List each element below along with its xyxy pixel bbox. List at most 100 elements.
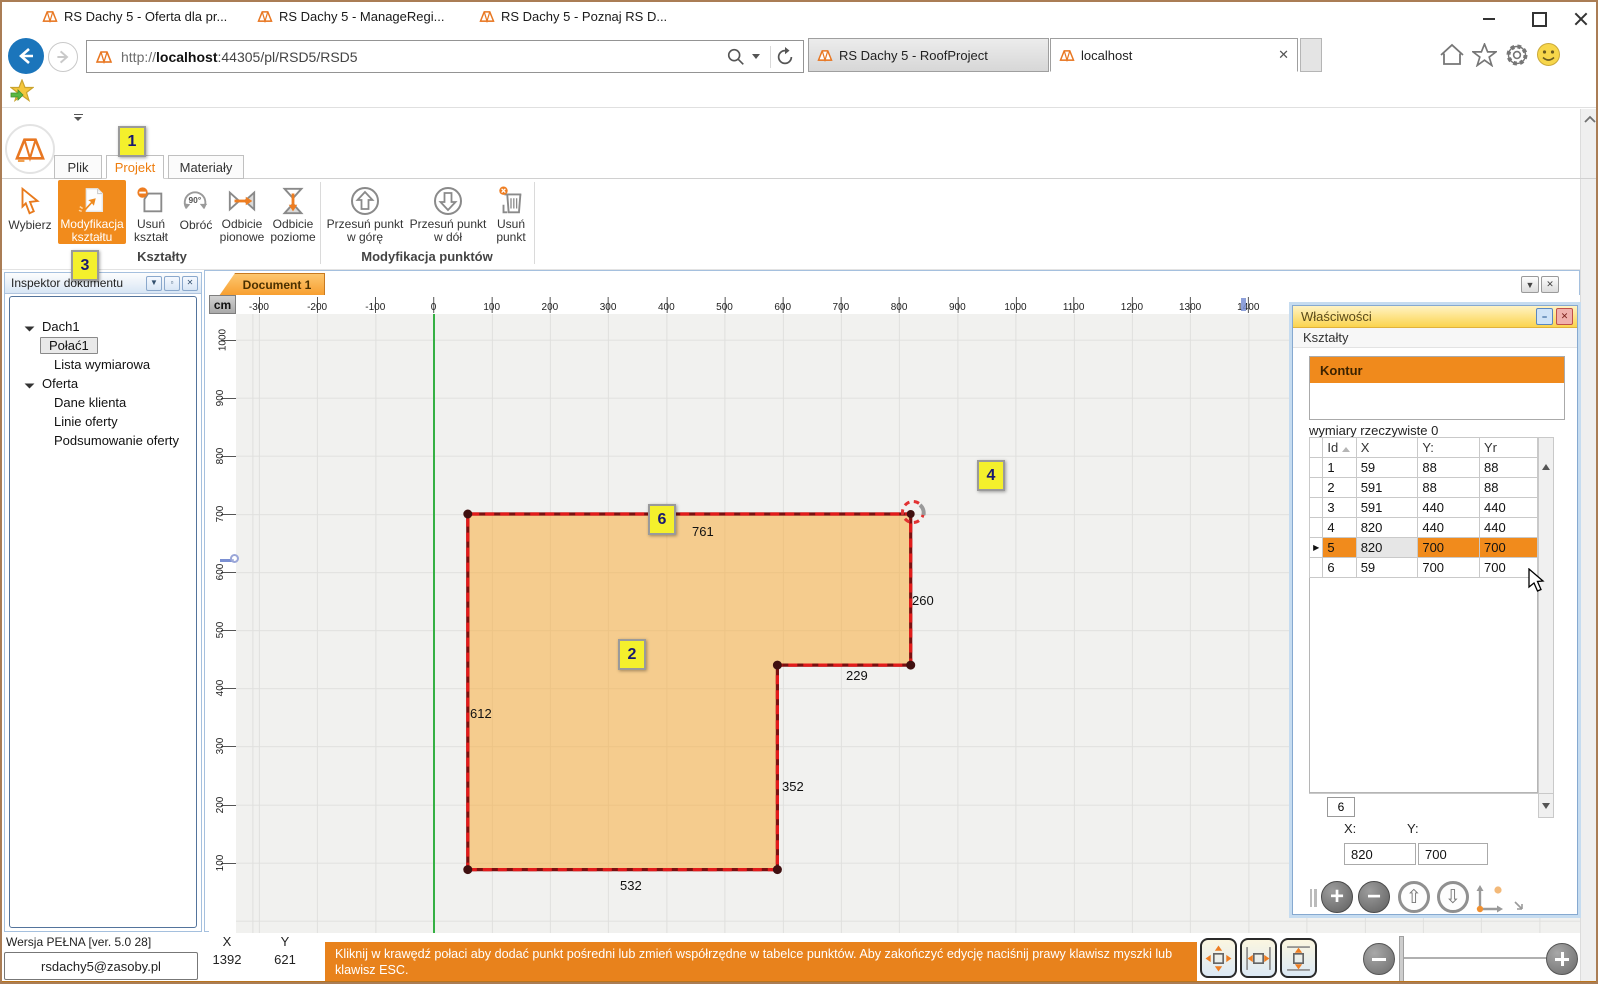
inspector-header[interactable]: Inspektor dokumentu ▼ ▫ ✕ xyxy=(5,273,201,294)
tree-node-polac1-selected[interactable]: Połać1 xyxy=(10,336,196,354)
properties-minimize-button[interactable]: − xyxy=(1536,308,1553,325)
table-row-point-4[interactable]: 4820440440 xyxy=(1310,518,1538,538)
cell[interactable]: 440 xyxy=(1479,498,1537,518)
x-coord-input[interactable]: 820 xyxy=(1344,843,1416,865)
cell[interactable]: 59 xyxy=(1356,458,1418,478)
page-scrollbar[interactable] xyxy=(1580,109,1598,981)
cell[interactable]: 820 xyxy=(1356,518,1418,538)
tree-node-podsumowanie-oferty[interactable]: Podsumowanie oferty xyxy=(10,431,196,449)
fit-width-button[interactable] xyxy=(1240,938,1277,978)
tree-node-lista-wymiarowa[interactable]: Lista wymiarowa xyxy=(10,355,196,373)
cell[interactable]: 700 xyxy=(1418,558,1480,578)
vertex-point-1[interactable] xyxy=(463,865,472,874)
modify-shape-button[interactable]: Modyfikacja kształtu xyxy=(58,180,126,244)
document-tabs-dropdown-button[interactable]: ▼ xyxy=(1521,276,1539,293)
move-point-up-button[interactable]: Przesuń punkt w górę xyxy=(324,180,406,244)
zoom-out-button[interactable] xyxy=(1363,943,1395,975)
point-up-button[interactable]: ⇧ xyxy=(1398,881,1430,913)
cell[interactable]: 88 xyxy=(1479,478,1537,498)
col-header-yr[interactable]: Yr xyxy=(1479,438,1537,458)
url-text[interactable]: http://localhost:44305/pl/RSD5/RSD5 xyxy=(121,49,358,65)
browser-tab-roofproject[interactable]: RS Dachy 5 - RoofProject xyxy=(808,38,1049,72)
properties-menu-ksztalty[interactable]: Kształty xyxy=(1293,328,1577,348)
cell[interactable]: 4 xyxy=(1323,518,1356,538)
quick-access-toolbar-toggle[interactable] xyxy=(72,114,84,124)
cell[interactable]: 88 xyxy=(1479,458,1537,478)
inspector-close-button[interactable]: ✕ xyxy=(182,276,198,291)
fit-all-button[interactable] xyxy=(1200,938,1237,978)
tree-expand-icon[interactable] xyxy=(25,378,35,388)
selection-item-kontur[interactable]: Kontur xyxy=(1310,357,1564,383)
search-dropdown-icon[interactable] xyxy=(752,54,760,59)
cell[interactable]: 440 xyxy=(1418,518,1480,538)
col-header-id[interactable]: Id xyxy=(1323,438,1356,458)
refresh-icon[interactable] xyxy=(775,47,795,67)
forward-button[interactable] xyxy=(48,42,78,72)
tab-close-icon[interactable]: ✕ xyxy=(1264,47,1289,63)
ribbon-tab-plik[interactable]: Plik xyxy=(54,155,102,179)
properties-header[interactable]: Właściwości − ✕ xyxy=(1293,306,1577,328)
cell[interactable]: 440 xyxy=(1418,498,1480,518)
address-bar[interactable]: http://localhost:44305/pl/RSD5/RSD5 xyxy=(86,40,804,73)
window-minimize-button[interactable] xyxy=(1466,4,1512,34)
properties-close-button[interactable]: ✕ xyxy=(1556,308,1573,325)
col-header-x[interactable]: X xyxy=(1356,438,1418,458)
favorite-item-1[interactable]: RS Dachy 5 - Oferta dla pr... xyxy=(42,9,227,24)
cell[interactable]: 1 xyxy=(1323,458,1356,478)
document-tab[interactable]: Document 1 xyxy=(219,273,325,296)
y-coord-input[interactable]: 700 xyxy=(1418,843,1488,865)
vertex-point-6[interactable] xyxy=(463,510,472,519)
tree-node-oferta[interactable]: Oferta xyxy=(10,374,196,392)
favorite-item-3[interactable]: RS Dachy 5 - Poznaj RS D... xyxy=(479,9,667,24)
document-close-button[interactable]: ✕ xyxy=(1541,276,1559,293)
cell[interactable]: 5 xyxy=(1323,538,1356,558)
ribbon-tab-materialy[interactable]: Materiały xyxy=(168,155,244,179)
point-count-field[interactable]: 6 xyxy=(1327,797,1355,817)
tree-node-linie-oferty[interactable]: Linie oferty xyxy=(10,412,196,430)
remove-point-button[interactable]: − xyxy=(1358,881,1390,913)
tree-node-dane-klienta[interactable]: Dane klienta xyxy=(10,393,196,411)
vertex-point-3[interactable] xyxy=(773,661,782,670)
ribbon-tab-projekt[interactable]: Projekt xyxy=(106,155,164,179)
account-field[interactable]: rsdachy5@zasoby.pl xyxy=(4,952,198,980)
cell[interactable]: 3 xyxy=(1323,498,1356,518)
inspector-dropdown-button[interactable]: ▼ xyxy=(146,276,162,291)
delete-point-button[interactable]: Usuń punkt xyxy=(490,180,532,244)
feedback-smiley-icon[interactable] xyxy=(1536,42,1561,67)
cell[interactable]: 440 xyxy=(1479,518,1537,538)
add-favorite-star-icon[interactable] xyxy=(10,79,34,102)
col-header-y[interactable]: Y: xyxy=(1418,438,1480,458)
table-row-point-5[interactable]: ▶5820700700 xyxy=(1310,538,1538,558)
cell[interactable]: 591 xyxy=(1356,498,1418,518)
roof-outline-shape[interactable] xyxy=(468,514,911,870)
add-point-button[interactable]: + xyxy=(1321,881,1353,913)
zoom-in-button[interactable] xyxy=(1546,943,1578,975)
window-close-button[interactable] xyxy=(1558,4,1598,34)
table-row-point-3[interactable]: 3591440440 xyxy=(1310,498,1538,518)
window-maximize-button[interactable] xyxy=(1516,4,1562,34)
rotate-button[interactable]: 90° Obróć xyxy=(175,180,217,244)
settings-gear-icon[interactable] xyxy=(1504,42,1530,68)
point-down-button[interactable]: ⇩ xyxy=(1437,881,1469,913)
inspector-minimize-button[interactable]: ▫ xyxy=(164,276,180,291)
browser-tab-localhost[interactable]: localhost ✕ xyxy=(1050,38,1298,72)
cell[interactable]: 88 xyxy=(1418,458,1480,478)
cell[interactable]: 700 xyxy=(1479,538,1537,558)
cell[interactable]: 59 xyxy=(1356,558,1418,578)
zoom-slider-track[interactable] xyxy=(1400,957,1547,959)
select-tool-button[interactable]: Wybierz xyxy=(4,180,56,244)
flip-vertical-button[interactable]: Odbicie pionowe xyxy=(218,180,266,244)
back-button[interactable] xyxy=(8,38,44,74)
app-logo[interactable] xyxy=(5,124,55,174)
table-row-point-1[interactable]: 1598888 xyxy=(1310,458,1538,478)
tree-expand-icon[interactable] xyxy=(25,321,35,331)
flip-horizontal-button[interactable]: Odbicie poziome xyxy=(268,180,318,244)
vertex-point-2[interactable] xyxy=(773,865,782,874)
new-tab-stub[interactable] xyxy=(1300,38,1322,72)
table-row-point-2[interactable]: 25918888 xyxy=(1310,478,1538,498)
fit-height-button[interactable] xyxy=(1280,938,1317,978)
cell[interactable]: 88 xyxy=(1418,478,1480,498)
cell[interactable]: 700 xyxy=(1418,538,1480,558)
search-icon[interactable] xyxy=(726,47,746,67)
vertex-point-4[interactable] xyxy=(906,661,915,670)
